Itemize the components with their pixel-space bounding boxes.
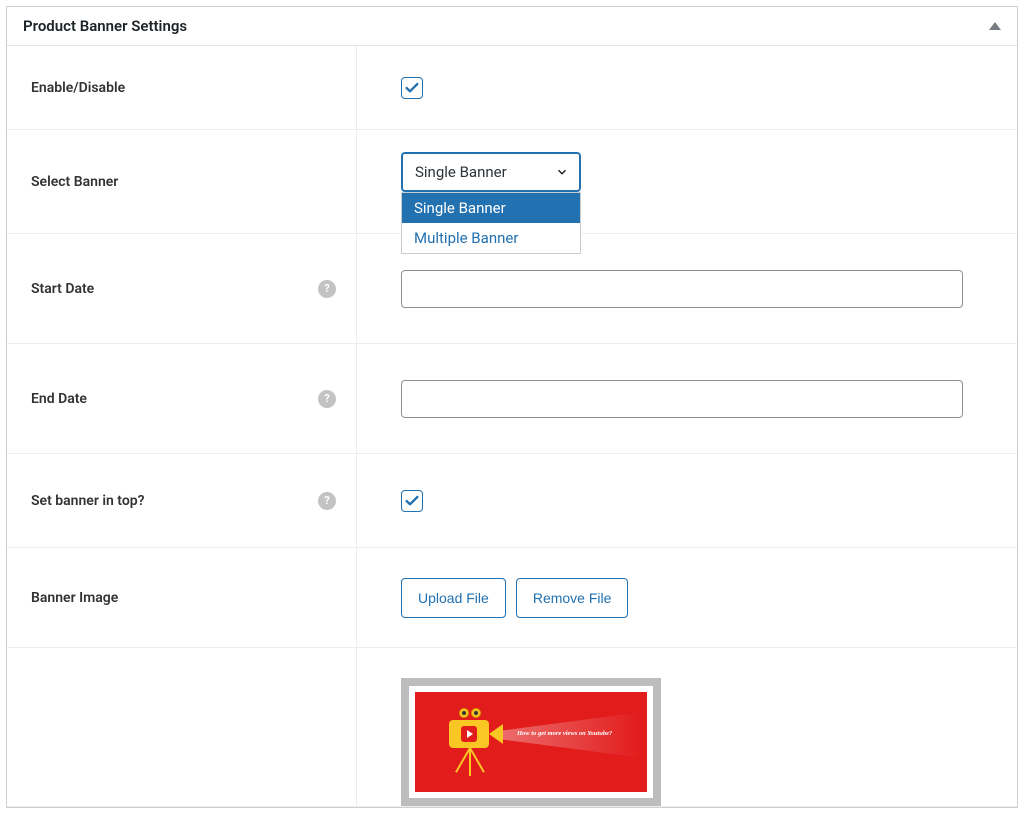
end-date-label: End Date <box>31 391 87 407</box>
banner-top-checkbox[interactable] <box>401 490 423 512</box>
label-cell: Start Date ? <box>7 234 357 343</box>
dropdown-option-single[interactable]: Single Banner <box>402 193 580 223</box>
banner-text: How to get more views on Youtube? <box>517 730 612 737</box>
row-enable: Enable/Disable <box>7 46 1017 130</box>
start-date-label: Start Date <box>31 281 94 297</box>
banner-preview-image: How to get more views on Youtube? <box>415 692 647 792</box>
remove-file-button[interactable]: Remove File <box>516 578 629 618</box>
preview-frame: How to get more views on Youtube? <box>401 678 661 806</box>
label-cell: Set banner in top? ? <box>7 454 357 547</box>
select-banner-label: Select Banner <box>31 174 118 190</box>
dropdown-option-multiple[interactable]: Multiple Banner <box>402 223 580 253</box>
panel-title: Product Banner Settings <box>23 17 187 35</box>
banner-image-label: Banner Image <box>31 590 118 606</box>
preview-cell: How to get more views on Youtube? <box>357 648 1017 806</box>
settings-panel: Product Banner Settings Enable/Disable S… <box>6 6 1018 808</box>
select-value: Single Banner <box>415 163 507 181</box>
control-cell: Single Banner Single Banner Multiple Ban… <box>357 130 1017 233</box>
control-cell <box>357 46 1017 129</box>
collapse-up-icon[interactable] <box>989 22 1001 30</box>
row-banner-image: Banner Image Upload File Remove File <box>7 548 1017 648</box>
select-wrapper: Single Banner Single Banner Multiple Ban… <box>401 152 581 192</box>
help-icon[interactable]: ? <box>318 280 336 298</box>
control-cell <box>357 454 1017 547</box>
row-banner-top: Set banner in top? ? <box>7 454 1017 548</box>
row-select-banner: Select Banner Single Banner Single Banne… <box>7 130 1017 234</box>
banner-graphic: How to get more views on Youtube? <box>415 692 647 792</box>
row-preview: How to get more views on Youtube? <box>7 648 1017 807</box>
label-cell-empty <box>7 648 357 806</box>
label-cell: Enable/Disable <box>7 46 357 129</box>
control-cell: Upload File Remove File <box>357 548 1017 647</box>
control-cell <box>357 344 1017 453</box>
banner-top-label: Set banner in top? <box>31 493 145 509</box>
button-group: Upload File Remove File <box>401 578 628 618</box>
help-icon[interactable]: ? <box>318 390 336 408</box>
banner-select[interactable]: Single Banner <box>401 152 581 192</box>
chevron-down-icon <box>555 165 569 179</box>
label-cell: Banner Image <box>7 548 357 647</box>
upload-file-button[interactable]: Upload File <box>401 578 506 618</box>
help-icon[interactable]: ? <box>318 492 336 510</box>
start-date-input[interactable] <box>401 270 963 308</box>
enable-checkbox[interactable] <box>401 77 423 99</box>
camera-icon <box>445 702 505 782</box>
enable-label: Enable/Disable <box>31 80 125 96</box>
banner-dropdown: Single Banner Multiple Banner <box>401 192 581 254</box>
row-end-date: End Date ? <box>7 344 1017 454</box>
end-date-input[interactable] <box>401 380 963 418</box>
label-cell: Select Banner <box>7 130 357 233</box>
panel-header[interactable]: Product Banner Settings <box>7 7 1017 46</box>
label-cell: End Date ? <box>7 344 357 453</box>
